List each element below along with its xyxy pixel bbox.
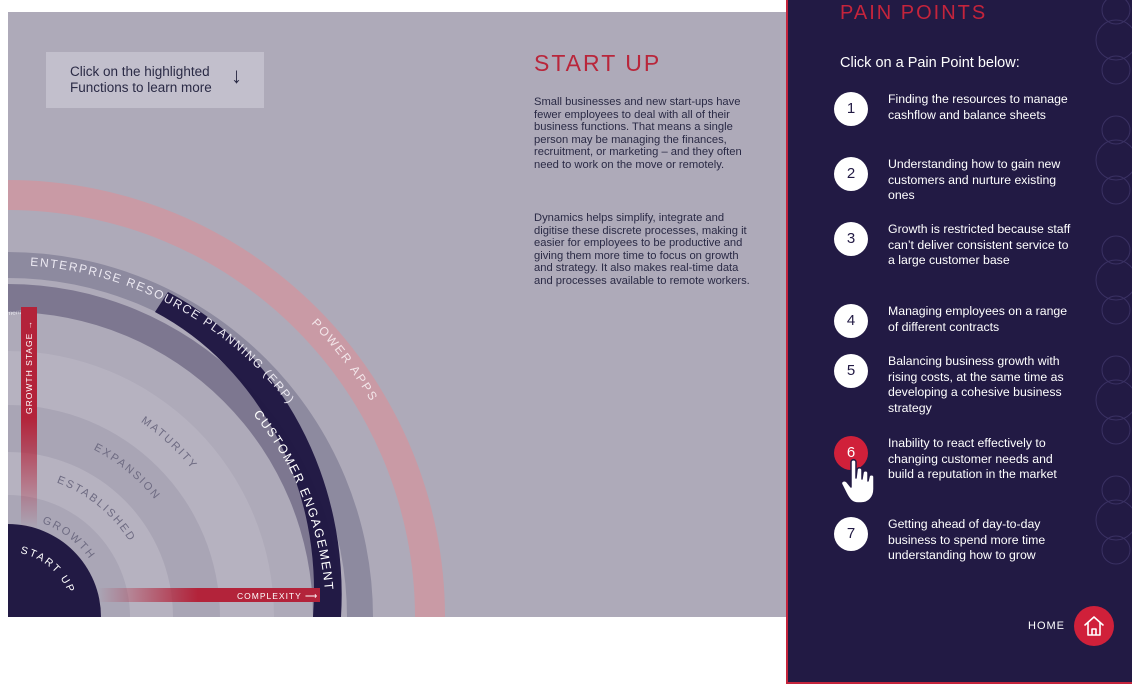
pain-point-number[interactable]: 5: [834, 354, 868, 388]
panel-title: PAIN POINTS: [840, 2, 988, 24]
startup-dynamics-description: Dynamics helps simplify, integrate and d…: [534, 212, 750, 287]
arrow-down-icon: ↓: [231, 63, 242, 88]
pain-point-text[interactable]: Balancing business growth with rising co…: [888, 354, 1073, 416]
complexity-axis-label: COMPLEXITY ⟶: [237, 591, 318, 601]
home-icon: [1084, 616, 1104, 636]
pain-point-text[interactable]: Finding the resources to manage cashflow…: [888, 92, 1073, 123]
pain-point-text[interactable]: Growth is restricted because staff can’t…: [888, 222, 1073, 269]
pain-point-text[interactable]: Getting ahead of day-to-day business to …: [888, 517, 1073, 564]
pain-point-number[interactable]: 3: [834, 222, 868, 256]
pain-point-number[interactable]: 7: [834, 517, 868, 551]
startup-description: Small businesses and new start-ups have …: [534, 96, 742, 171]
startup-title: START UP: [534, 50, 662, 76]
pain-point-text[interactable]: Managing employees on a range of differe…: [888, 304, 1073, 335]
home-label[interactable]: HOME: [1028, 620, 1065, 632]
growth-stage-axis-label: GROWTH STAGE →: [24, 320, 34, 414]
pain-point-text[interactable]: Inability to react effectively to changi…: [888, 436, 1073, 483]
functions-wheel-stage: SalesFinanceMarketingHRField ServiceCust…: [8, 12, 788, 617]
pain-point-text[interactable]: Understanding how to gain new customers …: [888, 157, 1073, 204]
pain-point-number[interactable]: 2: [834, 157, 868, 191]
pain-point-number[interactable]: 4: [834, 304, 868, 338]
panel-subtitle: Click on a Pain Point below:: [840, 55, 1020, 71]
decorative-pattern: [1095, 0, 1132, 565]
home-button[interactable]: [1074, 606, 1114, 646]
instruction-callout: Click on the highlighted Functions to le…: [46, 52, 264, 108]
power-apps-label: POWER APPS: [309, 316, 381, 405]
hand-cursor-icon: [840, 459, 875, 504]
pain-points-panel: PAIN POINTS Click on a Pain Point below:…: [786, 0, 1132, 684]
pain-point-number[interactable]: 1: [834, 92, 868, 126]
